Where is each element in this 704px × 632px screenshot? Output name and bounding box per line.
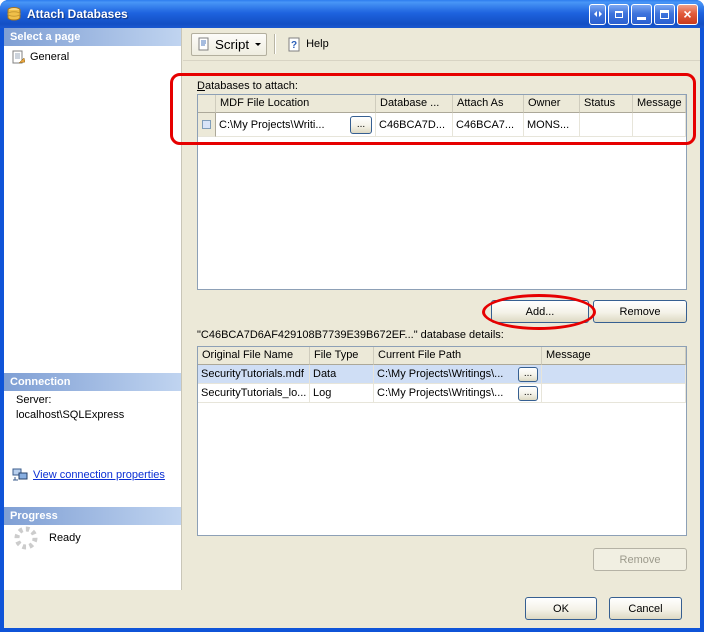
sidebar-item-general[interactable]: General [11, 50, 69, 64]
close-icon [683, 7, 691, 22]
view-connection-properties-link[interactable]: View connection properties [12, 468, 165, 482]
attach-table-row[interactable]: C:\My Projects\Writi... ... C46BCA7D... … [198, 113, 686, 137]
main-panel: Script ? Help Databases to attach: [183, 28, 700, 590]
server-value: localhost\SQLExpress [16, 409, 124, 421]
file-type-cell: Data [310, 365, 374, 384]
cancel-button[interactable]: Cancel [609, 597, 682, 620]
mnemonic-letter: D [197, 80, 205, 92]
sidebar-item-label: General [30, 51, 69, 63]
left-right-arrows-icon [591, 11, 605, 17]
message-cell [633, 113, 686, 137]
server-label: Server: [16, 394, 51, 406]
spinner-icon [12, 524, 40, 552]
general-page-icon [11, 50, 25, 64]
row-selector-column-header[interactable] [198, 95, 216, 113]
script-button-label: Script [215, 37, 249, 52]
sidebar: Select a page General Connection Server:… [4, 28, 182, 590]
browse-path-button[interactable]: ... [518, 386, 538, 401]
attach-table-header-row: MDF File Location Database ... Attach As… [198, 95, 686, 113]
file-path-text: C:\My Projects\Writings\... [377, 368, 503, 380]
minimize-icon [637, 17, 646, 20]
script-button[interactable]: Script [191, 33, 267, 56]
titlebar-extra-button-2[interactable] [608, 4, 629, 25]
select-a-page-header: Select a page [4, 28, 181, 46]
titlebar[interactable]: Attach Databases [0, 0, 704, 28]
database-icon [6, 6, 22, 22]
browse-mdf-button[interactable]: ... [350, 116, 372, 134]
footer: OK Cancel [4, 590, 700, 628]
toolbar-separator [274, 34, 275, 54]
details-table-row[interactable]: SecurityTutorials.mdf Data C:\My Project… [198, 365, 686, 384]
chevron-down-icon [255, 43, 261, 49]
row-selector-icon [202, 120, 211, 129]
connection-header: Connection [4, 373, 181, 391]
databases-to-attach-table[interactable]: MDF File Location Database ... Attach As… [197, 94, 687, 290]
database-details-table[interactable]: Original File Name File Type Current Fil… [197, 346, 687, 536]
details-table-row[interactable]: SecurityTutorials_lo... Log C:\My Projec… [198, 384, 686, 403]
column-header-mdf[interactable]: MDF File Location [216, 95, 376, 113]
progress-status: Ready [12, 524, 81, 552]
ok-button[interactable]: OK [525, 597, 597, 620]
progress-header: Progress [4, 507, 181, 525]
toolbar: Script ? Help [183, 28, 700, 61]
current-file-path-cell: C:\My Projects\Writings\... ... [374, 365, 542, 384]
file-path-text: C:\My Projects\Writings\... [377, 387, 503, 399]
original-file-name-cell: SecurityTutorials_lo... [198, 384, 310, 403]
database-details-label: "C46BCA7D6AF429108B7739E39B672EF..." dat… [197, 329, 504, 341]
connection-icon [12, 468, 28, 482]
databases-to-attach-label: Databases to attach: [197, 80, 298, 92]
database-name-cell: C46BCA7D... [376, 113, 453, 137]
browse-path-button[interactable]: ... [518, 367, 538, 382]
maximize-icon [660, 10, 669, 19]
svg-text:?: ? [291, 40, 297, 51]
original-file-name-cell: SecurityTutorials.mdf [198, 365, 310, 384]
remove-button[interactable]: Remove [593, 300, 687, 323]
current-file-path-cell: C:\My Projects\Writings\... ... [374, 384, 542, 403]
column-header-original-file-name[interactable]: Original File Name [198, 347, 310, 365]
minimize-button[interactable] [631, 4, 652, 25]
attach-databases-dialog: Attach Databases Select a page [0, 0, 704, 632]
window-pane-icon [615, 11, 623, 18]
owner-cell: MONS... [524, 113, 580, 137]
link-label: View connection properties [33, 469, 165, 481]
column-header-message[interactable]: Message [633, 95, 686, 113]
row-selector-cell [198, 113, 216, 137]
add-button[interactable]: Add... [491, 300, 589, 323]
details-message-cell [542, 384, 686, 403]
column-header-current-file-path[interactable]: Current File Path [374, 347, 542, 365]
script-icon [197, 37, 211, 51]
column-header-owner[interactable]: Owner [524, 95, 580, 113]
column-header-details-message[interactable]: Message [542, 347, 686, 365]
details-table-header-row: Original File Name File Type Current Fil… [198, 347, 686, 365]
maximize-button[interactable] [654, 4, 675, 25]
titlebar-extra-button-1[interactable] [589, 4, 606, 25]
details-message-cell [542, 365, 686, 384]
help-icon: ? [287, 37, 302, 52]
label-rest: atabases to attach: [205, 80, 298, 92]
column-header-database[interactable]: Database ... [376, 95, 453, 113]
dialog-client-area: Select a page General Connection Server:… [4, 28, 700, 628]
attach-as-cell: C46BCA7... [453, 113, 524, 137]
details-remove-button[interactable]: Remove [593, 548, 687, 571]
status-cell [580, 113, 633, 137]
column-header-attach-as[interactable]: Attach As [453, 95, 524, 113]
mdf-location-cell: C:\My Projects\Writi... ... [216, 113, 376, 137]
mdf-location-text: C:\My Projects\Writi... [219, 119, 325, 131]
help-button-label: Help [306, 38, 329, 50]
column-header-file-type[interactable]: File Type [310, 347, 374, 365]
progress-status-text: Ready [49, 532, 81, 544]
window-title: Attach Databases [27, 7, 584, 21]
file-type-cell: Log [310, 384, 374, 403]
close-button[interactable] [677, 4, 698, 25]
column-header-status[interactable]: Status [580, 95, 633, 113]
help-button[interactable]: ? Help [282, 34, 334, 55]
